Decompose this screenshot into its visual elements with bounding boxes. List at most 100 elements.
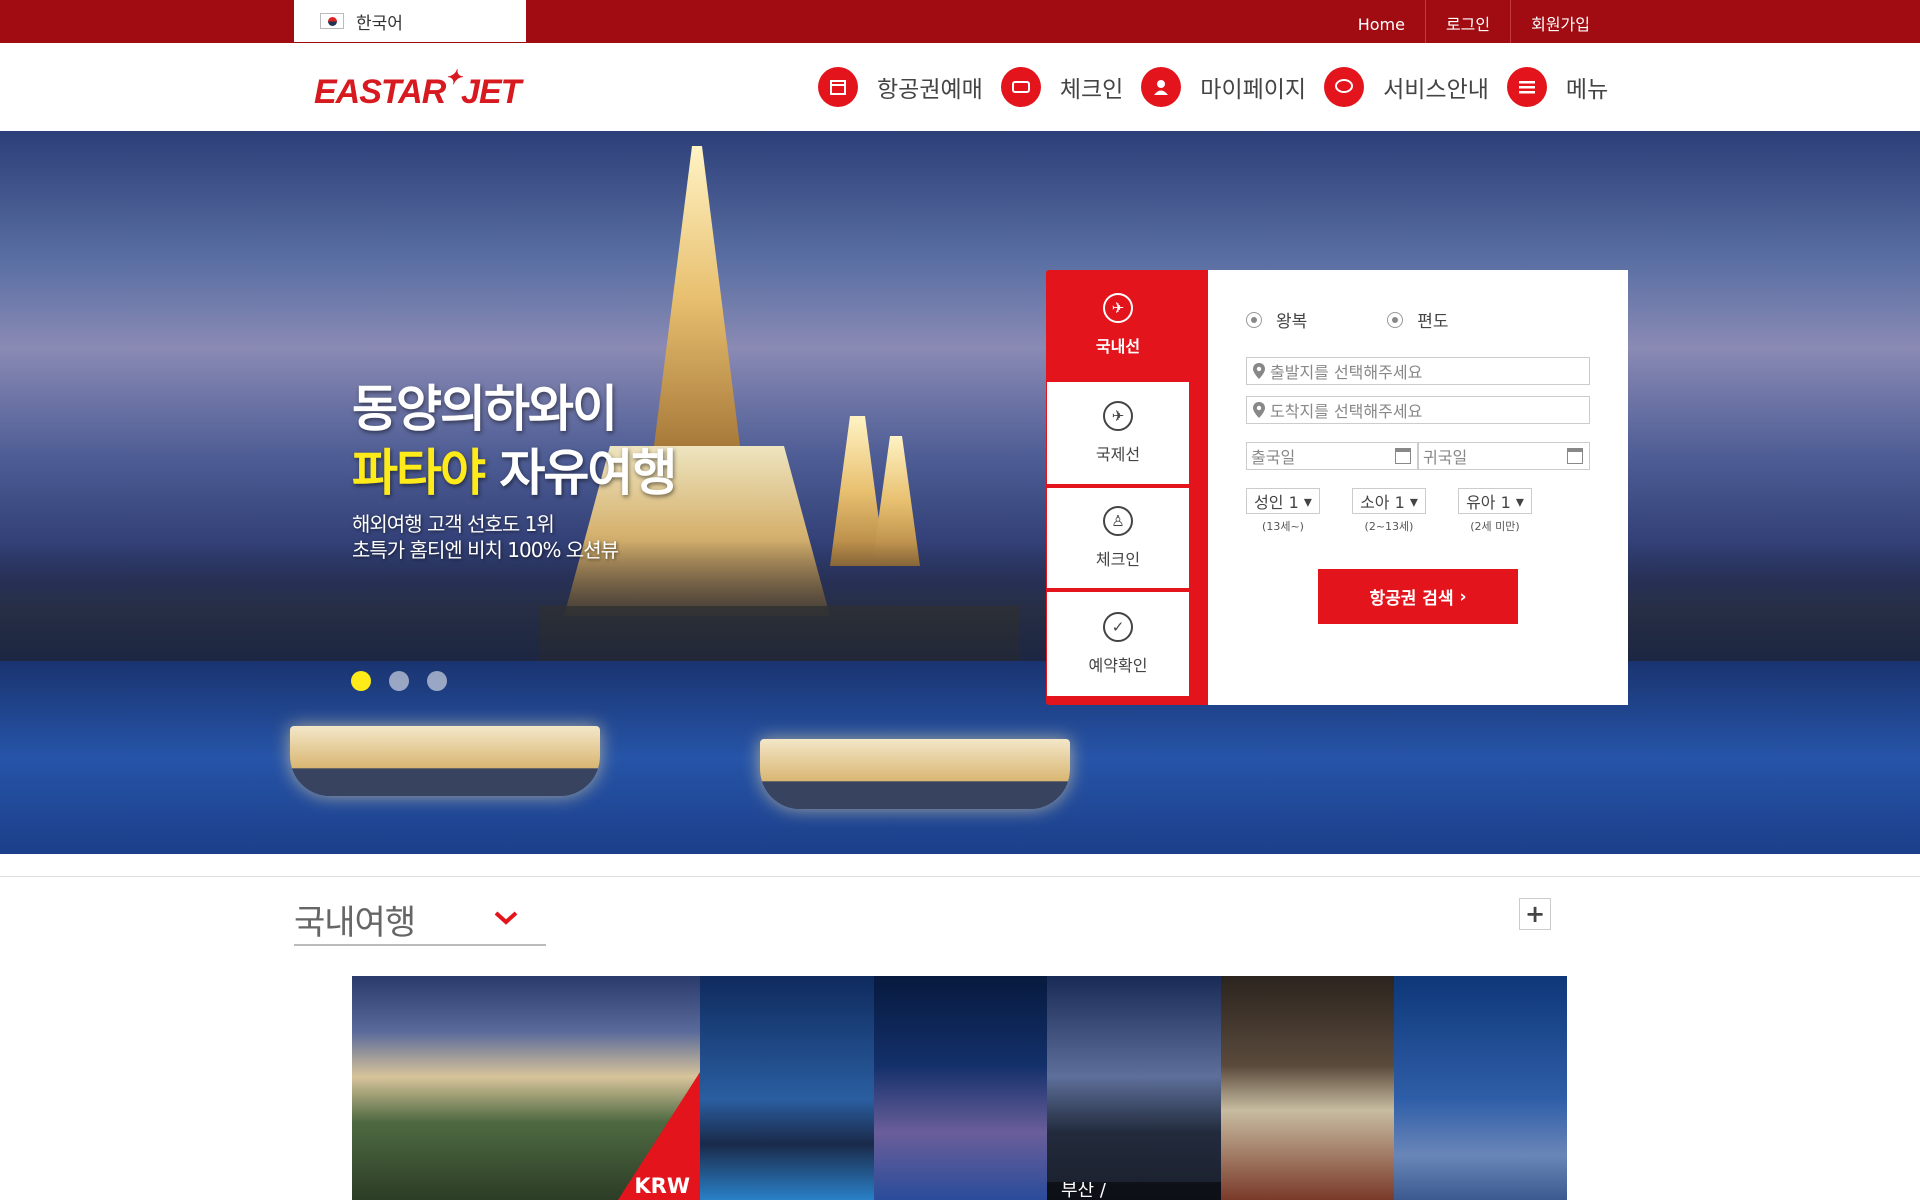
section-title: 국내여행 — [294, 902, 416, 943]
tab-label: 국내선 — [1095, 337, 1141, 356]
korea-flag-icon — [320, 13, 344, 29]
destination-gallery: KRW 부산 / — [352, 976, 1567, 1200]
child-select[interactable]: 소아 1 ▾ — [1352, 488, 1426, 514]
tab-checkin[interactable]: ♙ 체크인 — [1047, 488, 1189, 590]
radio-circle — [1246, 311, 1262, 328]
tab-label: 체크인 — [1095, 550, 1141, 569]
hero-subtitle-line1: 해외여행 고객 선호도 1위 — [352, 512, 555, 536]
menu-icon — [1506, 67, 1547, 107]
arrival-placeholder: 도착지를 선택해주세요 — [1270, 402, 1423, 421]
location-pin-icon — [1253, 402, 1265, 418]
login-link[interactable]: 로그인 — [1424, 0, 1510, 43]
nav-label: 항공권예매 — [877, 77, 983, 103]
dropdown-arrow-icon: ▾ — [1409, 491, 1418, 511]
calendar-icon[interactable] — [1567, 448, 1583, 464]
dropdown-arrow-icon: ▾ — [1515, 491, 1524, 511]
round-trip-radio[interactable]: 왕복 — [1246, 307, 1307, 332]
language-label: 한국어 — [356, 13, 403, 34]
radio-label: 왕복 — [1276, 312, 1308, 332]
eastar-jet-logo[interactable]: EASTAR✦JET — [314, 67, 521, 112]
section-title-dropdown[interactable]: 국내여행 — [294, 894, 546, 946]
search-label: 항공권 검색 — [1369, 589, 1454, 609]
one-way-radio[interactable]: 편도 — [1387, 307, 1449, 332]
tab-domestic[interactable]: ✈ 국내선 — [1047, 270, 1189, 380]
calendar-icon[interactable] — [1395, 448, 1411, 464]
tab-international[interactable]: ✈ 국제선 — [1047, 382, 1189, 486]
nav-label: 체크인 — [1059, 77, 1124, 103]
signup-link[interactable]: 회원가입 — [1510, 0, 1610, 43]
top-links: Home 로그인 회원가입 — [1338, 0, 1610, 43]
check-circle-icon: ✓ — [1103, 612, 1133, 642]
language-selector[interactable]: 한국어 — [294, 0, 526, 42]
child-age-note: (2~13세) — [1364, 520, 1414, 533]
slide-dot-2[interactable] — [389, 671, 409, 691]
return-date-field[interactable]: 귀국일 — [1418, 442, 1590, 470]
main-nav: 항공권예매 체크인 마이페이지 서비스안내 메뉴 — [818, 67, 1626, 107]
destination-tile[interactable] — [874, 976, 1047, 1200]
tab-reservation-check[interactable]: ✓ 예약확인 — [1047, 592, 1189, 696]
depart-date-field[interactable]: 출국일 — [1246, 442, 1418, 470]
calendar-icon — [818, 67, 858, 107]
return-date-placeholder: 귀국일 — [1423, 448, 1468, 467]
nav-label: 마이페이지 — [1200, 77, 1307, 103]
departure-field[interactable]: 출발지를 선택해주세요 — [1246, 357, 1590, 385]
boat-right — [760, 739, 1070, 809]
nav-ticket-booking[interactable]: 항공권예매 — [818, 67, 983, 107]
hero-title-rest: 자유여행 — [484, 444, 677, 502]
boat-left — [290, 726, 600, 796]
booking-widget: ✈ 국내선 ✈ 국제선 ♙ 체크인 ✓ 예약확인 왕복 편도 출발지를 선택해주… — [1046, 270, 1628, 705]
child-count: 소아 1 — [1360, 493, 1405, 512]
nav-label: 서비스안내 — [1383, 77, 1489, 103]
top-bar: 한국어 Home 로그인 회원가입 — [0, 0, 1920, 43]
booking-tabs: ✈ 국내선 ✈ 국제선 ♙ 체크인 ✓ 예약확인 — [1046, 270, 1208, 705]
chevron-down-icon — [494, 906, 518, 931]
slide-dot-3[interactable] — [427, 671, 447, 691]
checkin-icon: ♙ — [1103, 506, 1133, 536]
nav-mypage[interactable]: 마이페이지 — [1141, 67, 1306, 107]
hero-banner: 동양의하와이 파타야 자유여행 해외여행 고객 선호도 1위 초특가 홈티엔 비… — [0, 131, 1920, 854]
adult-select[interactable]: 성인 1 ▾ — [1246, 488, 1320, 514]
destination-tile[interactable]: KRW — [352, 976, 700, 1200]
nav-menu[interactable]: 메뉴 — [1506, 67, 1609, 107]
hero-title-line2: 파타야 자유여행 — [352, 433, 677, 505]
slide-indicators — [351, 671, 465, 691]
home-link[interactable]: Home — [1338, 0, 1425, 43]
departure-placeholder: 출발지를 선택해주세요 — [1270, 363, 1423, 382]
booking-form: 왕복 편도 출발지를 선택해주세요 도착지를 선택해주세요 출국일 귀국일 성인… — [1208, 270, 1628, 705]
price-badge-label: KRW — [634, 1174, 690, 1198]
nav-label: 메뉴 — [1565, 77, 1609, 103]
adult-age-note: (13세~) — [1262, 520, 1304, 533]
nav-service-info[interactable]: 서비스안내 — [1324, 67, 1489, 107]
location-pin-icon — [1253, 363, 1265, 379]
destination-tile[interactable] — [1221, 976, 1394, 1200]
adult-count: 성인 1 — [1254, 493, 1299, 512]
tab-label: 예약확인 — [1088, 656, 1148, 675]
depart-date-placeholder: 출국일 — [1251, 448, 1296, 467]
arrival-field[interactable]: 도착지를 선택해주세요 — [1246, 396, 1590, 424]
tile-caption: 부산 / — [1047, 1182, 1221, 1200]
infant-select[interactable]: 유아 1 ▾ — [1458, 488, 1532, 514]
radio-label: 편도 — [1417, 312, 1449, 332]
dropdown-arrow-icon: ▾ — [1303, 491, 1312, 511]
destination-tile[interactable]: 부산 / — [1047, 976, 1221, 1200]
section-divider — [0, 876, 1920, 877]
radio-circle — [1387, 311, 1404, 328]
ticket-icon — [1000, 67, 1041, 107]
more-button[interactable]: + — [1519, 898, 1551, 930]
hero-title: 동양의하와이 — [352, 380, 618, 438]
hero-subtitle: 해외여행 고객 선호도 1위 초특가 홈티엔 비치 100% 오션뷰 — [352, 511, 619, 563]
destination-tile[interactable] — [700, 976, 874, 1200]
plane-domestic-icon: ✈ — [1103, 293, 1133, 323]
chevron-right-icon: › — [1459, 586, 1467, 607]
flight-search-button[interactable]: 항공권 검색 › — [1318, 569, 1518, 624]
infant-count: 유아 1 — [1466, 493, 1511, 512]
slide-dot-1[interactable] — [351, 671, 371, 691]
chat-icon — [1324, 67, 1365, 107]
user-icon — [1141, 67, 1182, 107]
hero-title-highlight: 파타야 — [352, 444, 486, 502]
header: EASTAR✦JET 항공권예매 체크인 마이페이지 서비스안내 메뉴 — [0, 43, 1920, 131]
plane-international-icon: ✈ — [1103, 401, 1133, 431]
nav-checkin[interactable]: 체크인 — [1000, 67, 1124, 107]
infant-age-note: (2세 미만) — [1470, 520, 1520, 533]
destination-tile[interactable] — [1394, 976, 1567, 1200]
